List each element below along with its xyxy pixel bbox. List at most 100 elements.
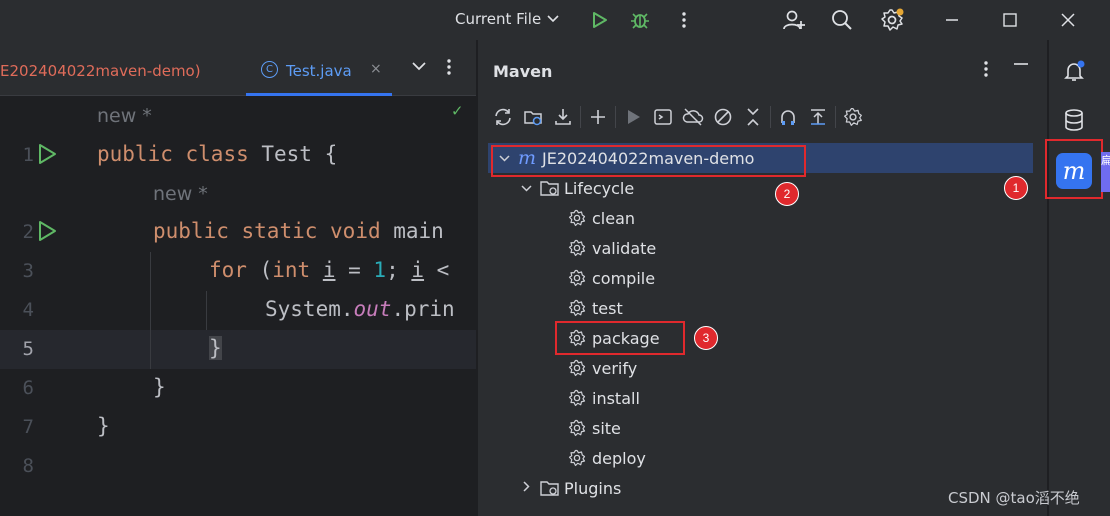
line-number: 6 <box>22 377 34 399</box>
reload-icon[interactable] <box>488 102 518 132</box>
download-icon[interactable] <box>548 102 578 132</box>
tree-item-goal-clean[interactable]: clean <box>568 203 635 233</box>
goal-label: deploy <box>592 448 646 468</box>
tab-project[interactable]: E202404022maven-demo) <box>0 62 201 80</box>
search-icon[interactable] <box>828 6 856 34</box>
tab-label: Test.java <box>286 62 352 80</box>
code-line-7: 7 } <box>0 408 476 447</box>
goal-gear-icon <box>568 299 586 317</box>
step-badge-3: 3 <box>694 326 718 350</box>
step-badge-1: 1 <box>1004 176 1028 200</box>
java-class-icon: C <box>261 61 278 78</box>
notifications-bell-icon[interactable] <box>1059 56 1089 86</box>
tree-item-lifecycle[interactable]: Lifecycle <box>518 173 634 203</box>
run-maven-build-icon[interactable] <box>618 102 648 132</box>
hide-panel-icon[interactable] <box>1013 56 1029 77</box>
inlay-hint-line: new * <box>0 175 476 214</box>
maven-toolbar <box>488 102 868 132</box>
tree-item-goal-install[interactable]: install <box>568 383 640 413</box>
maven-settings-gear-icon[interactable] <box>838 102 868 132</box>
settings-gear-icon[interactable] <box>878 6 906 34</box>
goal-label: compile <box>592 268 656 288</box>
highlight-box-project <box>491 145 806 177</box>
show-dependencies-icon[interactable] <box>773 102 803 132</box>
highlight-box-package <box>555 321 685 355</box>
line-number: 3 <box>22 260 34 282</box>
goal-gear-icon <box>568 449 586 467</box>
code-text: System.out.prin <box>265 297 455 321</box>
tabs-dropdown-icon[interactable] <box>412 60 426 75</box>
expand-all-icon[interactable] <box>803 102 833 132</box>
close-icon[interactable]: × <box>370 61 382 77</box>
goal-label: clean <box>592 208 636 228</box>
toolbar-divider <box>770 106 771 128</box>
lifecycle-label: Lifecycle <box>564 178 635 198</box>
maximize-window-icon[interactable] <box>996 6 1024 34</box>
step-badge-2: 2 <box>775 182 799 206</box>
close-window-icon[interactable] <box>1054 6 1082 34</box>
goal-label: validate <box>592 238 657 258</box>
run-icon[interactable] <box>585 6 613 34</box>
right-tool-strip: m 扁 <box>1045 40 1110 516</box>
debug-icon[interactable] <box>626 6 654 34</box>
line-number: 2 <box>22 221 34 243</box>
run-gutter-icon[interactable] <box>36 142 60 168</box>
line-number: 4 <box>22 299 34 321</box>
run-gutter-icon[interactable] <box>36 219 60 245</box>
goal-gear-icon <box>568 209 586 227</box>
skip-tests-icon[interactable] <box>708 102 738 132</box>
tree-item-goal-site[interactable]: site <box>568 413 621 443</box>
code-text: public static void main <box>153 219 444 243</box>
add-user-icon[interactable] <box>780 6 808 34</box>
add-icon[interactable] <box>583 102 613 132</box>
offline-mode-icon[interactable] <box>678 102 708 132</box>
panel-options-icon[interactable] <box>983 60 989 82</box>
goal-label: test <box>592 298 623 318</box>
side-tab-label[interactable]: 扁 <box>1101 152 1110 192</box>
editor-tabs: E202404022maven-demo) C Test.java × <box>0 40 476 96</box>
tree-item-goal-deploy[interactable]: deploy <box>568 443 646 473</box>
code-line-8: 8 <box>0 447 476 486</box>
goal-gear-icon <box>568 269 586 287</box>
title-bar: Current File <box>0 0 1110 40</box>
code-line-6: 6 } <box>0 369 476 408</box>
code-area[interactable]: ✓ new * 1 public class Test { new * 2 pu… <box>0 97 476 516</box>
database-icon[interactable] <box>1059 105 1089 135</box>
indent-guide <box>206 291 207 330</box>
watermark: CSDN @tao滔不绝 <box>948 489 1080 507</box>
tabs-more-icon[interactable] <box>446 58 452 80</box>
code-text: } <box>209 336 222 360</box>
goal-gear-icon <box>568 359 586 377</box>
tree-item-goal-test[interactable]: test <box>568 293 623 323</box>
chevron-right-icon[interactable] <box>518 481 534 495</box>
line-number: 7 <box>22 416 34 438</box>
goal-label: install <box>592 388 640 408</box>
toolbar-divider <box>835 106 836 128</box>
execute-goal-icon[interactable] <box>648 102 678 132</box>
goal-gear-icon <box>568 389 586 407</box>
goal-gear-icon <box>568 419 586 437</box>
author-hint: new * <box>97 105 152 127</box>
toolbar-divider <box>615 106 616 128</box>
code-line-5: 5 } <box>0 330 476 369</box>
tree-item-plugins[interactable]: Plugins <box>518 473 621 503</box>
code-line-4: 4 System.out.prin <box>0 291 476 330</box>
indent-guide <box>150 252 151 369</box>
collapse-all-icon[interactable] <box>738 102 768 132</box>
chevron-down-icon[interactable] <box>518 181 534 195</box>
reload-folder-icon[interactable] <box>518 102 548 132</box>
minimize-window-icon[interactable] <box>938 6 966 34</box>
code-editor: E202404022maven-demo) C Test.java × ✓ ne… <box>0 40 476 516</box>
tree-item-goal-verify[interactable]: verify <box>568 353 637 383</box>
line-number: 1 <box>22 144 34 166</box>
inlay-hint-line: new * <box>0 97 476 136</box>
highlight-box-maven-tool <box>1045 139 1103 199</box>
maven-panel-title: Maven <box>493 62 553 81</box>
tree-item-goal-validate[interactable]: validate <box>568 233 656 263</box>
tree-item-goal-compile[interactable]: compile <box>568 263 655 293</box>
chevron-down-icon <box>547 15 559 23</box>
line-number: 5 <box>22 338 34 360</box>
tab-test-java[interactable]: C Test.java × <box>246 40 392 96</box>
more-actions-icon[interactable] <box>670 6 698 34</box>
run-config-selector[interactable]: Current File <box>455 10 559 28</box>
